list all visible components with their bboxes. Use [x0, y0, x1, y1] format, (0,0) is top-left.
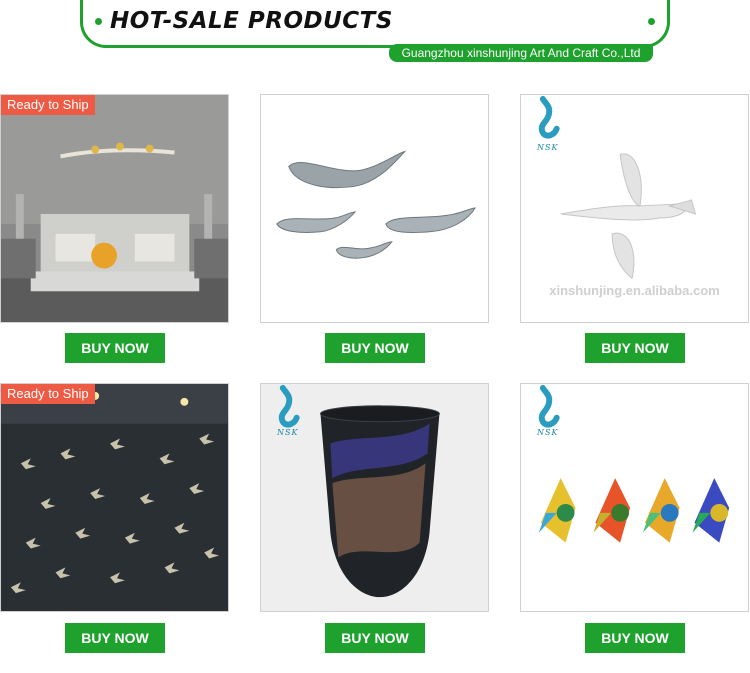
product-image-4	[1, 384, 228, 611]
buy-now-button-2[interactable]: BUY NOW	[325, 333, 425, 363]
product-card-4[interactable]: Ready to Ship	[0, 383, 229, 612]
banner-dot-right	[648, 18, 655, 25]
product-card-2[interactable]	[260, 94, 489, 323]
banner-dot-left	[95, 18, 102, 25]
product-card-5[interactable]: NSK	[260, 383, 489, 612]
nsk-logo: NSK	[277, 428, 299, 437]
nsk-logo: NSK	[537, 143, 559, 152]
page-title: HOT-SALE PRODUCTS	[110, 8, 393, 34]
ready-to-ship-badge: Ready to Ship	[1, 384, 95, 404]
buy-now-button-1[interactable]: BUY NOW	[65, 333, 165, 363]
product-card-6[interactable]: NSK	[520, 383, 749, 612]
watermark-text: xinshunjing.en.alibaba.com	[549, 283, 720, 298]
ready-to-ship-badge: Ready to Ship	[1, 95, 95, 115]
buy-now-button-6[interactable]: BUY NOW	[585, 623, 685, 653]
buy-now-button-5[interactable]: BUY NOW	[325, 623, 425, 653]
nsk-logo: NSK	[537, 428, 559, 437]
company-name: Guangzhou xinshunjing Art And Craft Co.,…	[389, 44, 653, 62]
product-image-2	[261, 95, 488, 322]
buy-now-button-4[interactable]: BUY NOW	[65, 623, 165, 653]
product-card-1[interactable]: Ready to Ship	[0, 94, 229, 323]
product-image-1	[1, 95, 228, 322]
product-image-6	[521, 384, 748, 611]
buy-now-button-3[interactable]: BUY NOW	[585, 333, 685, 363]
product-card-3[interactable]: NSK xinshunjing.en.alibaba.com	[520, 94, 749, 323]
product-image-5	[261, 384, 488, 611]
header-banner: HOT-SALE PRODUCTS	[80, 0, 670, 48]
